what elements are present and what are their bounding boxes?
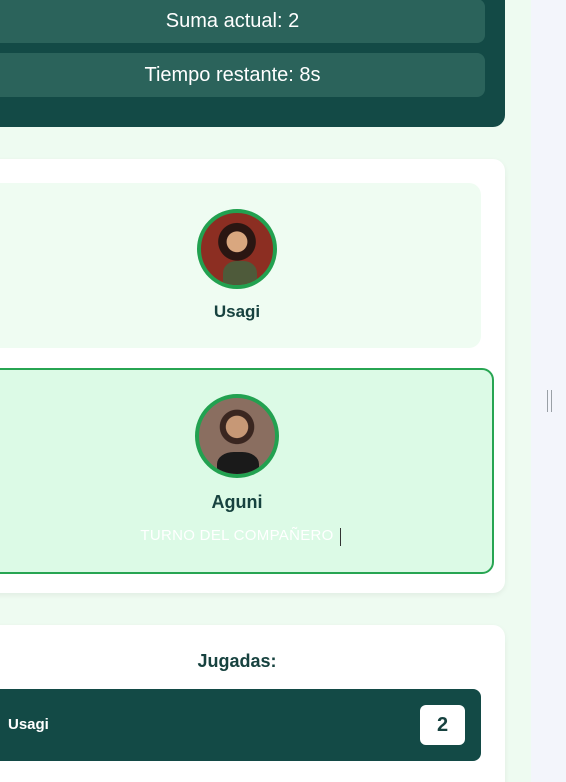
turn-status-text: TURNO DEL COMPAÑERO: [140, 527, 334, 544]
avatar: [197, 209, 277, 289]
player-name: Aguni: [211, 492, 263, 512]
play-count-badge: 2: [420, 705, 465, 745]
text-cursor: [340, 528, 341, 546]
player-name: Usagi: [213, 302, 261, 321]
plays-title: Jugadas:: [197, 651, 277, 671]
avatar: [195, 394, 279, 478]
play-row: [0, 689, 481, 761]
time-left-display: Tiempo restante: 8s: [0, 53, 485, 97]
resize-handle[interactable]: [547, 390, 552, 412]
current-sum-display: Suma actual: 2: [0, 0, 485, 43]
play-player-name: Usagi: [8, 716, 49, 733]
